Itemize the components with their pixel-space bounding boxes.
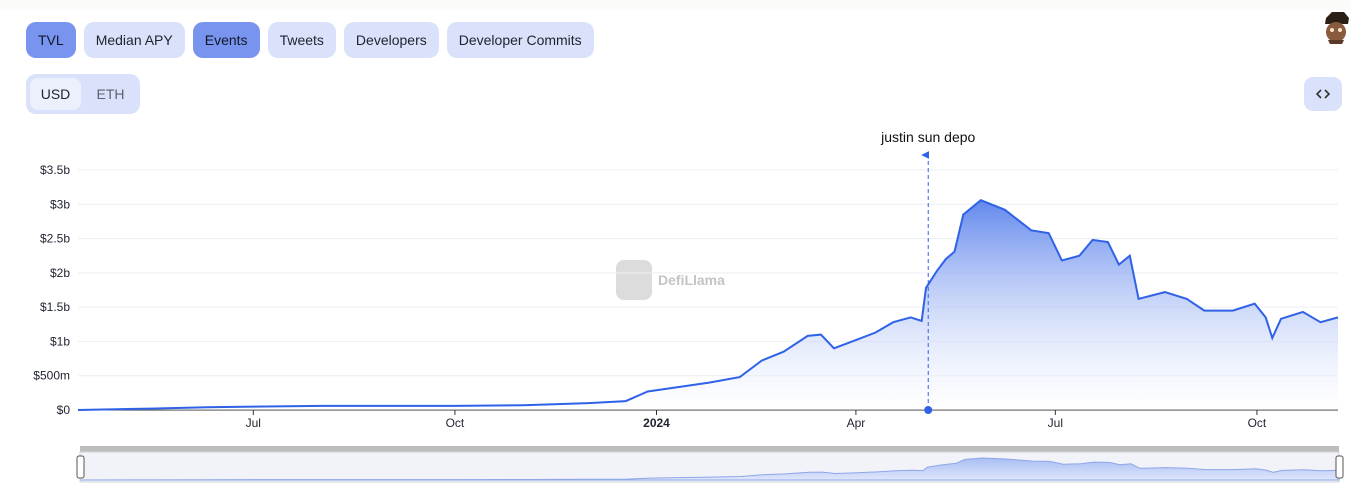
y-tick-label: $500m <box>33 369 70 383</box>
watermark-text: DefiLlama <box>658 272 725 288</box>
x-axis: Jul Oct 2024 Apr Jul Oct <box>78 409 1338 430</box>
brush-bar[interactable] <box>80 446 1339 452</box>
y-axis: $0 $500m $1b $1.5b $2b $2.5b $3b $3.5b <box>33 163 70 417</box>
y-tick-label: $2b <box>50 266 70 280</box>
x-tick-label: Oct <box>1248 416 1267 430</box>
y-tick-label: $0 <box>57 403 71 417</box>
y-tick-label: $2.5b <box>40 232 70 246</box>
tvl-chart: DefiLlama $0 $500m $1b $1.5b $2b $2.5b $3b $3.5… <box>33 129 1344 483</box>
llama-logo-icon <box>616 260 652 300</box>
event-label: justin sun depo <box>880 129 975 145</box>
y-tick-label: $1b <box>50 334 70 348</box>
x-tick-label: Jul <box>1048 416 1063 430</box>
brush-handle-left[interactable] <box>76 455 85 479</box>
event-marker-dot <box>924 406 933 414</box>
x-tick-label: Oct <box>446 416 465 430</box>
range-brush[interactable] <box>76 446 1344 483</box>
x-tick-label: 2024 <box>643 416 670 430</box>
y-tick-label: $3.5b <box>40 163 70 177</box>
x-tick-label: Apr <box>847 416 866 430</box>
defillama-watermark: DefiLlama <box>616 260 725 300</box>
y-tick-label: $3b <box>50 197 70 211</box>
tvl-area <box>78 200 1338 410</box>
brush-handle-right[interactable] <box>1335 455 1344 479</box>
y-tick-label: $1.5b <box>40 300 70 314</box>
x-tick-label: Jul <box>246 416 261 430</box>
